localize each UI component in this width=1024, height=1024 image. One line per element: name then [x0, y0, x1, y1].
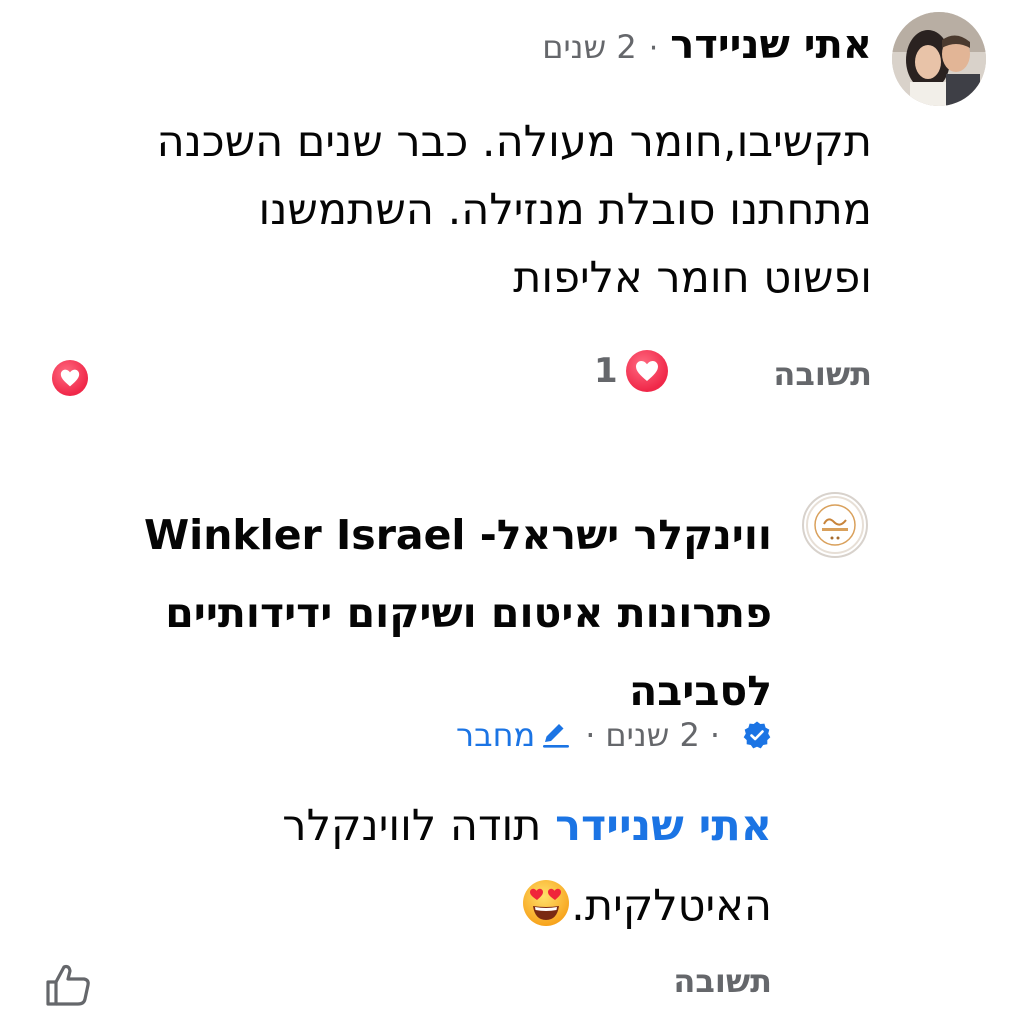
comment-body-line: מתחתנו סובלת מנזילה. השתמשנו: [258, 185, 873, 235]
page-avatar[interactable]: [802, 492, 868, 558]
reaction-summary[interactable]: 1: [594, 350, 668, 392]
reply-body-line: האיטלקית.: [52, 866, 772, 946]
page-author-name[interactable]: ווינקלר ישראל- Winkler Israel פתרונות אי…: [72, 496, 772, 730]
comment-body: תקשיבו,חומר מעולה. כבר שנים השכנה מתחתנו…: [32, 108, 872, 312]
comments-thread: אתי שניידר · 2 שנים תקשיבו,חומר מעולה. כ…: [0, 0, 1024, 1024]
author-badge-label: מחבר: [456, 716, 536, 754]
pencil-icon: [539, 720, 571, 750]
comment-body-line: ופשוט חומר אליפות: [513, 253, 872, 303]
reply-body: אתי שניידר תודה לווינקלר האיטלקית.: [52, 786, 772, 946]
reply-button[interactable]: תשובה: [673, 962, 772, 1000]
page-author-line: ווינקלר ישראל- Winkler Israel: [143, 511, 772, 559]
mention-link[interactable]: אתי שניידר: [555, 801, 772, 851]
comment-header: אתי שניידר · 2 שנים: [542, 22, 872, 68]
comment-body-line: תקשיבו,חומר מעולה. כבר שנים השכנה: [156, 117, 872, 167]
profile-photo: [892, 12, 986, 106]
thumbs-up-icon: [46, 964, 90, 1006]
reply-body-line: אתי שניידר תודה לווינקלר: [52, 786, 772, 866]
like-button[interactable]: [44, 962, 92, 1012]
comment-author[interactable]: אתי שניידר: [670, 22, 872, 68]
meta-separator: ·: [709, 716, 720, 754]
meta-separator: ·: [585, 716, 596, 754]
reply-meta: · 2 שנים · מחבר: [456, 716, 772, 754]
comment-timestamp[interactable]: 2 שנים: [542, 28, 636, 66]
heart-eyes-emoji-icon: [521, 874, 571, 926]
reply-button[interactable]: תשובה: [773, 355, 872, 393]
winkler-logo: [806, 496, 864, 554]
author-badge: מחבר: [456, 716, 571, 754]
commenter-avatar[interactable]: [892, 12, 986, 106]
verified-badge-icon: [742, 720, 772, 750]
reply-text: תודה לווינקלר: [282, 801, 542, 851]
love-react-button[interactable]: [52, 360, 88, 396]
heart-reaction-icon: [625, 350, 668, 392]
heart-icon: [52, 360, 88, 396]
page-author-line: פתרונות איטום ושיקום ידידותיים: [165, 589, 772, 637]
meta-separator: ·: [648, 31, 659, 66]
reply-timestamp[interactable]: 2 שנים: [605, 716, 699, 754]
reaction-count: 1: [594, 351, 618, 391]
reply-text: האיטלקית.: [571, 881, 772, 931]
